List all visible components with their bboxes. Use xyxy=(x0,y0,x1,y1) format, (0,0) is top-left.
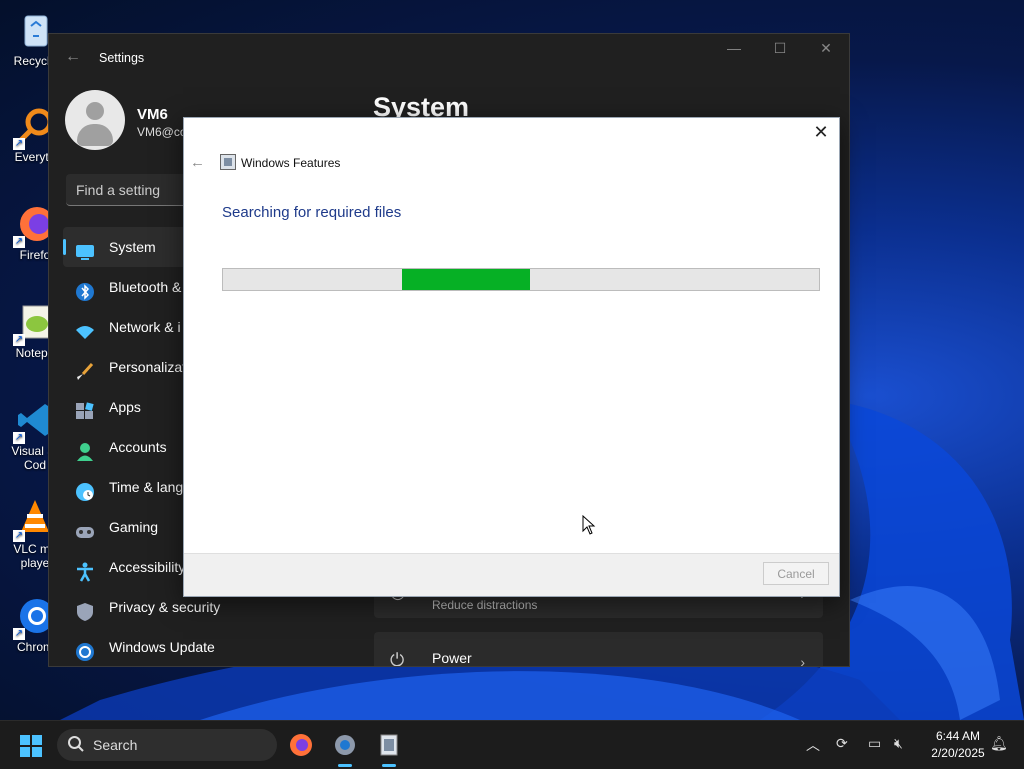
accessibility-icon xyxy=(75,557,95,582)
taskbar: Search ︿ ⟳ ▭ 🔇︎ 6:44 AM 2/20/2025 🔔︎ xyxy=(0,720,1024,769)
system-display-icon xyxy=(75,237,95,260)
start-button[interactable] xyxy=(20,735,42,757)
card-subtitle: Reduce distractions xyxy=(432,598,538,612)
apps-icon xyxy=(75,397,95,419)
progress-indicator xyxy=(401,269,530,290)
sidebar-item-label: Accounts xyxy=(109,439,167,455)
sidebar-item-label: Accessibility xyxy=(109,559,186,575)
power-icon: ⏻ xyxy=(390,650,405,667)
progress-bar xyxy=(222,268,820,291)
clock-date: 2/20/2025 xyxy=(931,746,985,760)
card-title: Power xyxy=(432,650,472,666)
shortcut-arrow-icon: ↗ xyxy=(13,432,25,444)
window-title: Settings xyxy=(99,51,145,65)
shortcut-arrow-icon: ↗ xyxy=(13,530,25,542)
gamepad-icon xyxy=(75,517,95,538)
wifi-icon xyxy=(75,317,95,339)
sync-icon[interactable]: ⟳ xyxy=(836,735,848,752)
avatar[interactable] xyxy=(65,90,125,150)
user-email: VM6@co xyxy=(137,125,187,139)
sidebar-item-windows-update[interactable]: Windows Update xyxy=(63,627,363,666)
sidebar-item-label: Windows Update xyxy=(109,639,215,655)
chevron-up-icon[interactable]: ︿ xyxy=(806,735,820,755)
account-icon xyxy=(75,437,95,461)
brush-icon xyxy=(75,357,95,380)
notification-bell-icon[interactable]: 🔔︎ xyxy=(990,735,1008,752)
shortcut-arrow-icon: ↗ xyxy=(13,138,25,150)
sidebar-item-label: Time & lang xyxy=(109,479,184,495)
shield-icon xyxy=(75,597,95,621)
cancel-button[interactable]: Cancel xyxy=(763,562,829,585)
close-button[interactable]: ✕ xyxy=(803,40,849,57)
settings-gear-icon xyxy=(329,735,361,765)
taskbar-settings[interactable] xyxy=(329,729,361,767)
chevron-right-icon: › xyxy=(800,654,805,667)
dialog-title: Windows Features xyxy=(241,156,341,170)
taskbar-firefox[interactable] xyxy=(285,729,317,761)
close-button[interactable]: ✕ xyxy=(811,122,831,142)
sidebar-item-label: Network & i xyxy=(109,319,181,335)
search-label: Search xyxy=(93,737,138,753)
volume-muted-icon[interactable]: 🔇︎ xyxy=(894,735,903,752)
network-icon[interactable]: ▭ xyxy=(868,735,881,752)
shortcut-arrow-icon: ↗ xyxy=(13,628,25,640)
windows-features-icon xyxy=(220,154,236,170)
clock-time: 6:44 AM xyxy=(935,729,981,743)
title-bar: ← Settings — ☐ ✕ xyxy=(49,34,849,82)
settings-card-power[interactable]: ⏻ Power › xyxy=(374,632,823,667)
windows-features-icon xyxy=(373,734,405,765)
back-arrow-icon[interactable]: ← xyxy=(65,48,81,66)
firefox-icon xyxy=(285,734,317,765)
minimize-button[interactable]: — xyxy=(711,40,757,56)
active-indicator xyxy=(63,239,66,255)
maximize-button[interactable]: ☐ xyxy=(757,40,803,57)
windows-features-dialog: ✕ ← Windows Features Searching for requi… xyxy=(183,117,840,597)
taskbar-search[interactable]: Search xyxy=(57,729,277,761)
dialog-footer: Cancel xyxy=(184,553,839,596)
clock-globe-icon xyxy=(75,477,95,501)
system-clock[interactable]: 6:44 AM 2/20/2025 xyxy=(922,728,994,762)
shortcut-arrow-icon: ↗ xyxy=(13,334,25,346)
mouse-cursor-icon xyxy=(582,514,596,540)
sidebar-item-label: Apps xyxy=(109,399,141,415)
bluetooth-icon xyxy=(75,277,95,301)
search-icon xyxy=(67,735,85,756)
sidebar-item-label: Bluetooth & xyxy=(109,279,182,295)
back-arrow-icon[interactable]: ← xyxy=(190,154,205,171)
sidebar-item-label: Gaming xyxy=(109,519,159,535)
sidebar-item-label: System xyxy=(109,239,156,255)
status-heading: Searching for required files xyxy=(222,204,402,221)
user-name: VM6 xyxy=(137,106,168,123)
taskbar-windows-features[interactable] xyxy=(373,729,405,767)
update-icon xyxy=(75,637,95,661)
sidebar-item-label: Personalizat xyxy=(109,359,187,375)
shortcut-arrow-icon: ↗ xyxy=(13,236,25,248)
